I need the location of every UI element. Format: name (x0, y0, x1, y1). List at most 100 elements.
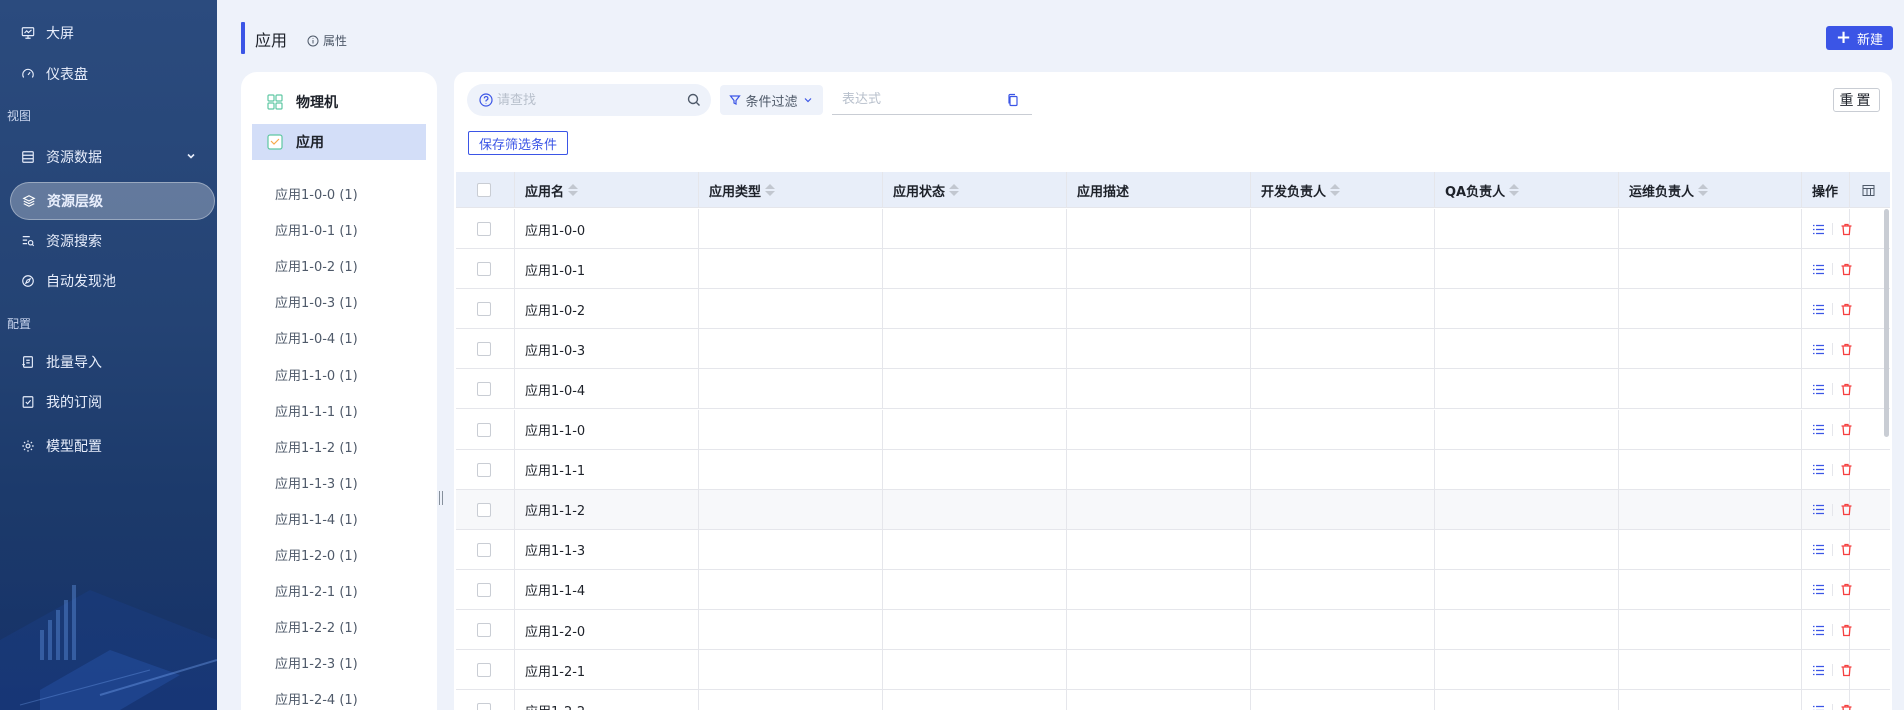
cell-status (883, 369, 1067, 410)
tree-leaf[interactable]: 应用1-1-1 (1) (275, 401, 358, 420)
expression-input[interactable] (842, 92, 1002, 107)
detail-list-icon[interactable] (1812, 503, 1825, 516)
nav-item-model-config[interactable]: 模型配置 (10, 427, 215, 465)
search-icon[interactable] (687, 93, 701, 107)
nav-item-label: 自动发现池 (46, 274, 116, 290)
save-filter-button[interactable]: 保存筛选条件 (468, 131, 568, 155)
row-checkbox[interactable] (477, 382, 491, 397)
column-header-dev-owner[interactable]: 开发负责人 (1251, 172, 1435, 208)
tree-leaf-label: 应用1-0-1 (275, 224, 336, 240)
table-row[interactable]: 应用1-2-1 (456, 650, 1890, 691)
tree-leaf[interactable]: 应用1-2-2 (1) (275, 617, 358, 636)
table-row[interactable]: 应用1-2-0 (456, 610, 1890, 650)
table-row[interactable]: 应用1-0-0 (456, 209, 1890, 249)
panel-resize-handle[interactable] (439, 491, 443, 505)
column-header-qa-owner[interactable]: QA负责人 (1435, 172, 1619, 208)
cell-type (699, 289, 883, 330)
properties-link[interactable]: 属性 (307, 32, 347, 49)
tree-leaf[interactable]: 应用1-0-0 (1) (275, 184, 358, 203)
reset-button[interactable]: 重置 (1833, 88, 1880, 112)
detail-list-icon[interactable] (1812, 664, 1825, 677)
sort-icon[interactable] (1509, 184, 1520, 196)
select-all-checkbox[interactable] (477, 183, 491, 197)
sort-icon[interactable] (765, 184, 776, 196)
nav-item-resource-data[interactable]: 资源数据 (10, 138, 215, 176)
detail-list-icon[interactable] (1812, 223, 1825, 236)
tree-leaf-label: 应用1-2-4 (275, 693, 336, 709)
row-checkbox[interactable] (477, 582, 491, 597)
table-row[interactable]: 应用1-1-3 (456, 529, 1890, 570)
row-checkbox[interactable] (477, 703, 491, 710)
column-header-status[interactable]: 应用状态 (883, 172, 1067, 208)
detail-list-icon[interactable] (1812, 303, 1825, 316)
sort-icon[interactable] (949, 184, 960, 196)
table-row[interactable]: 应用1-0-1 (456, 249, 1890, 290)
nav-item-resource-hierarchy[interactable]: 资源层级 (10, 182, 215, 220)
search-input[interactable] (497, 92, 677, 108)
tree-leaf[interactable]: 应用1-0-2 (1) (275, 256, 358, 275)
vertical-scrollbar[interactable] (1884, 209, 1889, 437)
table-row[interactable]: 应用1-0-3 (456, 329, 1890, 370)
table-row[interactable]: 应用1-0-2 (456, 289, 1890, 330)
row-checkbox[interactable] (477, 422, 491, 437)
sort-icon[interactable] (568, 184, 579, 196)
nav-item-auto-discovery[interactable]: 自动发现池 (10, 262, 215, 300)
tree-leaf[interactable]: 应用1-1-2 (1) (275, 437, 358, 456)
nav-item-big-screen[interactable]: 大屏 (10, 14, 215, 52)
column-header-ops-owner[interactable]: 运维负责人 (1619, 172, 1802, 208)
tree-leaf[interactable]: 应用1-0-4 (1) (275, 328, 358, 347)
tree-leaf[interactable]: 应用1-0-1 (1) (275, 220, 358, 239)
new-button[interactable]: + 新建 (1826, 26, 1893, 50)
detail-list-icon[interactable] (1812, 263, 1825, 276)
row-actions (1812, 704, 1853, 710)
detail-list-icon[interactable] (1812, 704, 1825, 710)
table-row[interactable]: 应用1-1-2 (456, 489, 1890, 530)
nav-item-batch-import[interactable]: 批量导入 (10, 343, 215, 381)
copy-icon[interactable] (1006, 93, 1020, 107)
sort-icon[interactable] (1330, 184, 1341, 196)
row-checkbox[interactable] (477, 502, 491, 517)
table-row[interactable]: 应用1-1-0 (456, 409, 1890, 450)
row-checkbox[interactable] (477, 462, 491, 477)
cell-desc (1067, 690, 1251, 710)
detail-list-icon[interactable] (1812, 583, 1825, 596)
tree-leaf[interactable]: 应用1-2-0 (1) (275, 545, 358, 564)
tree-leaf[interactable]: 应用1-0-3 (1) (275, 292, 358, 311)
detail-list-icon[interactable] (1812, 383, 1825, 396)
table-row[interactable]: 应用1-1-1 (456, 449, 1890, 490)
tree-leaf[interactable]: 应用1-2-3 (1) (275, 653, 358, 672)
nav-item-my-subscriptions[interactable]: 我的订阅 (10, 383, 215, 421)
detail-list-icon[interactable] (1812, 463, 1825, 476)
row-checkbox[interactable] (477, 542, 491, 557)
tree-leaf[interactable]: 应用1-2-1 (1) (275, 581, 358, 600)
tree-leaf[interactable]: 应用1-1-4 (1) (275, 509, 358, 528)
column-header-type[interactable]: 应用类型 (699, 172, 883, 208)
row-checkbox[interactable] (477, 302, 491, 317)
tree-root-application[interactable]: 应用 (252, 124, 426, 160)
row-checkbox[interactable] (477, 342, 491, 357)
column-settings-icon[interactable] (1862, 184, 1875, 197)
detail-list-icon[interactable] (1812, 624, 1825, 637)
condition-filter-button[interactable]: 条件过滤 (720, 85, 823, 115)
column-header-name[interactable]: 应用名 (515, 172, 699, 208)
tree-leaf[interactable]: 应用1-1-0 (1) (275, 365, 358, 384)
detail-list-icon[interactable] (1812, 423, 1825, 436)
tree-leaf[interactable]: 应用1-2-4 (1) (275, 689, 358, 708)
expression-field[interactable] (832, 85, 1032, 115)
search-box[interactable] (467, 84, 711, 116)
row-checkbox[interactable] (477, 262, 491, 277)
detail-list-icon[interactable] (1812, 543, 1825, 556)
table-row[interactable]: 应用1-1-4 (456, 569, 1890, 610)
table-row[interactable]: 应用1-0-4 (456, 369, 1890, 410)
tree-root-physical-machine[interactable]: 物理机 (252, 84, 426, 120)
nav-item-dashboard[interactable]: 仪表盘 (10, 55, 215, 93)
tree-leaf[interactable]: 应用1-1-3 (1) (275, 473, 358, 492)
row-checkbox[interactable] (477, 623, 491, 637)
detail-list-icon[interactable] (1812, 343, 1825, 356)
row-checkbox[interactable] (477, 222, 491, 236)
sort-icon[interactable] (1698, 184, 1709, 196)
row-checkbox[interactable] (477, 663, 491, 678)
nav-item-resource-search[interactable]: 资源搜索 (10, 222, 215, 260)
table-row[interactable]: 应用1-2-2 (456, 690, 1890, 710)
chevron-down-icon[interactable] (185, 150, 197, 162)
